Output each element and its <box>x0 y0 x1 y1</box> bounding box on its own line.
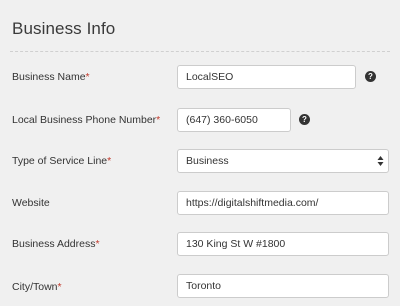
help-icon[interactable]: ? <box>299 114 310 125</box>
phone-label: Local Business Phone Number* <box>12 114 161 126</box>
required-marker: * <box>107 155 112 167</box>
required-marker: * <box>156 114 161 126</box>
service-line-select[interactable]: Business <box>177 149 389 173</box>
business-info-panel: Business Info Business Name* ? Local Bus… <box>0 0 400 306</box>
required-marker: * <box>95 238 100 250</box>
phone-input[interactable] <box>177 108 291 132</box>
required-marker: * <box>85 71 90 83</box>
business-address-input[interactable] <box>177 232 389 256</box>
select-arrows-icon <box>377 156 384 166</box>
title-divider <box>10 51 390 52</box>
business-name-label: Business Name* <box>12 71 90 83</box>
panel-title: Business Info <box>12 19 116 38</box>
help-icon[interactable]: ? <box>365 71 376 82</box>
service-line-selected-value: Business <box>186 155 229 167</box>
website-input[interactable] <box>177 191 389 215</box>
city-label: City/Town* <box>12 281 62 293</box>
required-marker: * <box>57 281 62 293</box>
website-label: Website <box>12 197 50 209</box>
business-name-input[interactable] <box>177 65 356 89</box>
business-address-label: Business Address* <box>12 238 100 250</box>
service-line-label: Type of Service Line* <box>12 155 112 167</box>
city-input[interactable] <box>177 274 389 298</box>
